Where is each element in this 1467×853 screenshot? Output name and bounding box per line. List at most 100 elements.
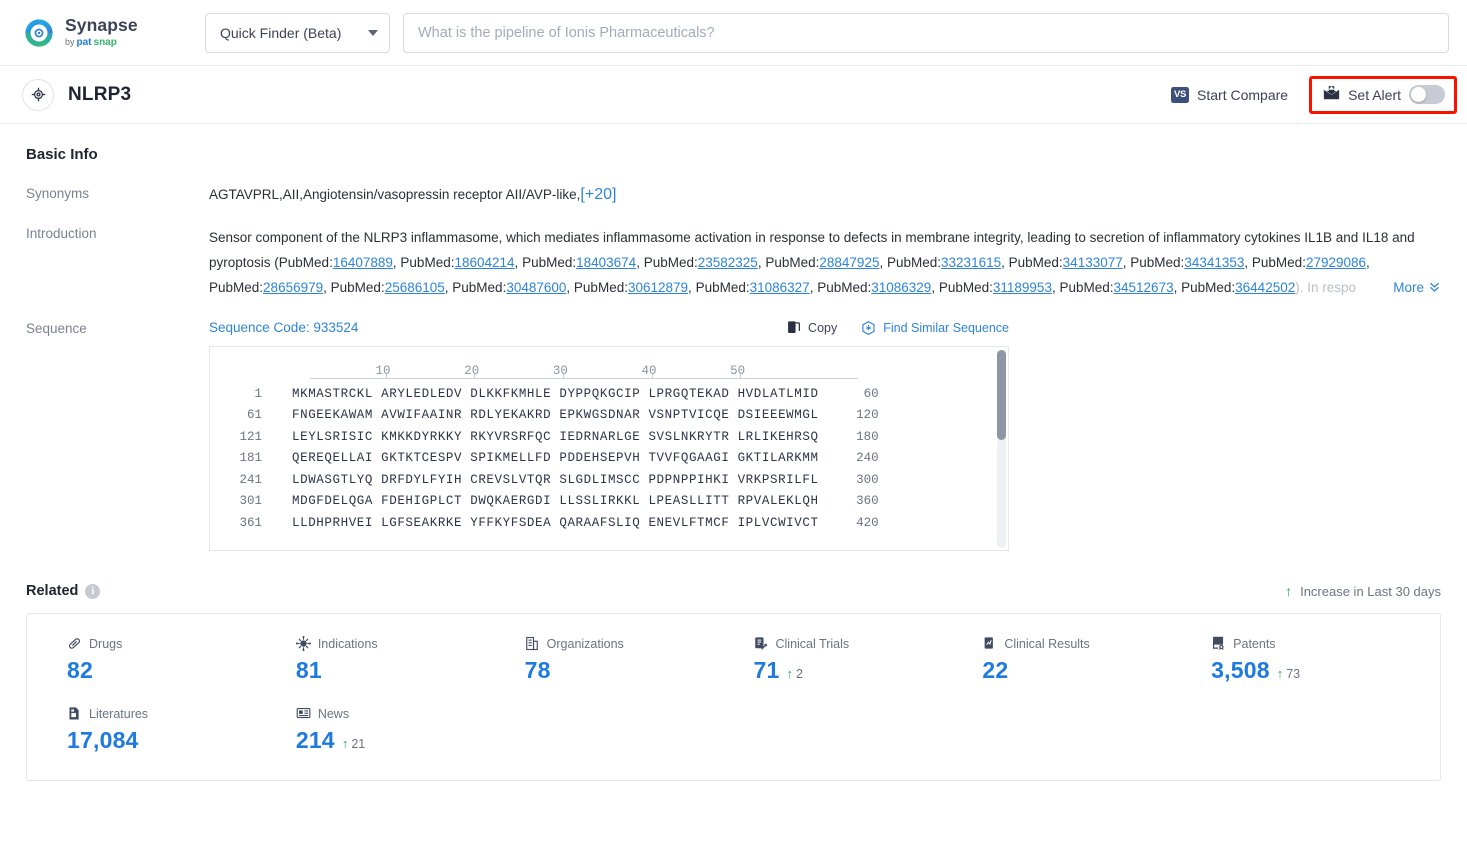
- stat-value[interactable]: 78: [525, 657, 551, 684]
- pubmed-separator: ,: [323, 280, 331, 296]
- increase-legend: ↑ Increase in Last 30 days: [1285, 584, 1441, 599]
- info-icon[interactable]: i: [85, 583, 101, 599]
- stat-delta-value: 73: [1286, 667, 1301, 682]
- pubmed-prefix: PubMed:: [278, 255, 333, 271]
- sequence-start-index: 1: [254, 386, 262, 401]
- pubmed-separator: ,: [1173, 280, 1182, 296]
- synonyms-more-link[interactable]: [+20]: [580, 186, 616, 203]
- pubmed-link[interactable]: 23582325: [698, 255, 758, 270]
- set-alert-toggle[interactable]: [1409, 85, 1445, 104]
- sequence-residues: LDWASGTLYQ DRFDYLFYIH CREVSLVTQR SLGDLIM…: [292, 472, 819, 487]
- pubmed-prefix: PubMed:: [1251, 255, 1306, 271]
- pubmed-link[interactable]: 28847925: [819, 255, 879, 270]
- pubmed-prefix: PubMed:: [209, 280, 264, 296]
- pubmed-link[interactable]: 30487600: [506, 280, 566, 295]
- increase-legend-label: Increase in Last 30 days: [1300, 583, 1441, 599]
- related-stat-drugs[interactable]: Drugs 82: [67, 636, 296, 684]
- sequence-start-index: 361: [239, 515, 262, 530]
- pubmed-prefix: PubMed:: [765, 255, 820, 271]
- related-stat-clinical-results[interactable]: Clinical Results 22: [982, 636, 1211, 684]
- page-title: NLRP3: [68, 83, 132, 105]
- sequence-scrollbar[interactable]: [997, 350, 1006, 549]
- stat-value[interactable]: 214: [296, 727, 335, 754]
- pill-icon: [67, 636, 82, 651]
- pubmed-link[interactable]: 31086327: [750, 280, 810, 295]
- ruler-tick-mark: [651, 374, 653, 379]
- related-stats-card: Drugs 82 Indications 81 Organizations 78 Clini…: [26, 613, 1441, 782]
- pubmed-separator: ,: [636, 255, 644, 271]
- sequence-end-index: 360: [856, 494, 879, 509]
- search-input[interactable]: [403, 12, 1449, 53]
- stat-label: Drugs: [89, 636, 123, 651]
- sequence-line: 361 LLDHPRHVEI LGFSEAKRKE YFFKYFSDEA QARA…: [210, 516, 1008, 530]
- scrollbar-thumb[interactable]: [997, 350, 1006, 441]
- pubmed-link[interactable]: 31086329: [871, 280, 931, 295]
- pubmed-link[interactable]: 36442502: [1235, 280, 1295, 295]
- pubmed-prefix: PubMed:: [817, 280, 872, 296]
- sequence-start-index: 61: [246, 408, 262, 423]
- sequence-start-index: 301: [239, 494, 262, 509]
- sequence-residues: QEREQELLAI GKTKTCESPV SPIKMELLFD PDDEHSE…: [292, 451, 819, 466]
- pubmed-reference-list: PubMed:16407889, PubMed:18604214, PubMed…: [209, 255, 1370, 295]
- stat-value[interactable]: 82: [67, 657, 93, 684]
- pubmed-link[interactable]: 31189953: [993, 280, 1052, 295]
- stat-value[interactable]: 22: [982, 657, 1008, 684]
- pubmed-link[interactable]: 34133077: [1063, 255, 1123, 270]
- pubmed-separator: ,: [1001, 255, 1009, 271]
- pubmed-prefix: PubMed:: [695, 280, 750, 296]
- sequence-residues: FNGEEKAWAM AVWIFAAINR RDLYEKAKRD EPKWGSD…: [292, 408, 819, 423]
- pubmed-link[interactable]: 18604214: [454, 255, 514, 270]
- synonyms-row: Synonyms AGTAVPRL,AII,Angiotensin/vasopr…: [26, 185, 1441, 205]
- stat-value[interactable]: 71: [753, 657, 779, 684]
- stat-label: Clinical Trials: [775, 636, 850, 651]
- copy-sequence-button[interactable]: Copy: [786, 320, 837, 335]
- related-stat-indications[interactable]: Indications 81: [295, 636, 525, 684]
- pubmed-link[interactable]: 30612879: [628, 280, 688, 295]
- clinical-result-icon: [982, 636, 997, 651]
- stat-label: News: [317, 706, 350, 721]
- sequence-panel[interactable]: 10 20 30 40 50 1 MKMASTRCKL ARYLEDLEDV DLKKFK…: [209, 346, 1009, 552]
- related-stat-literatures[interactable]: Literatures 17,084: [67, 706, 296, 754]
- sequence-start-index: 241: [239, 472, 262, 487]
- virus-icon: [295, 636, 311, 652]
- stat-label: Indications: [317, 636, 378, 651]
- literature-icon: [67, 706, 82, 721]
- sequence-ruler-numbers: 10 20 30 40 50: [310, 361, 858, 378]
- sequence-line: 241 LDWASGTLYQ DRFDYLFYIH CREVSLVTQR SLGD…: [210, 473, 1008, 487]
- stat-value[interactable]: 17,084: [67, 727, 139, 754]
- sequence-start-index: 181: [239, 451, 262, 466]
- quick-finder-dropdown[interactable]: Quick Finder (Beta): [205, 12, 390, 53]
- related-stat-clinical-trials[interactable]: Clinical Trials 71 ↑ 2: [753, 636, 982, 684]
- pubmed-link[interactable]: 27929086: [1306, 255, 1366, 270]
- find-similar-sequence-button[interactable]: Find Similar Sequence: [861, 320, 1009, 336]
- sequence-start-index: 121: [239, 429, 262, 444]
- stat-value[interactable]: 81: [296, 657, 322, 684]
- introduction-text: Sensor component of the NLRP3 inflammaso…: [209, 225, 1441, 301]
- pubmed-prefix: PubMed:: [452, 280, 507, 296]
- stat-value[interactable]: 3,508: [1211, 657, 1270, 684]
- pubmed-link[interactable]: 34341353: [1184, 255, 1244, 270]
- sequence-code[interactable]: Sequence Code: 933524: [209, 320, 358, 335]
- pubmed-link[interactable]: 33231615: [941, 255, 1001, 270]
- pubmed-link[interactable]: 18403674: [576, 255, 636, 270]
- related-stat-grid: Drugs 82 Indications 81 Organizations 78 Clini…: [27, 636, 1440, 754]
- related-stat-organizations[interactable]: Organizations 78: [525, 636, 754, 684]
- related-stat-news[interactable]: News 214 ↑ 21: [296, 706, 525, 754]
- pubmed-link[interactable]: 16407889: [333, 255, 393, 270]
- up-arrow-icon: ↑: [1285, 583, 1293, 600]
- sequence-end-index: 240: [856, 451, 879, 466]
- set-alert-highlight-box: Set Alert: [1309, 75, 1457, 114]
- stat-delta-value: 21: [351, 737, 366, 752]
- pubmed-link[interactable]: 28656979: [263, 280, 323, 295]
- stat-delta: ↑ 73: [1277, 667, 1300, 681]
- related-stat-patents[interactable]: Patents 3,508 ↑ 73: [1211, 636, 1440, 684]
- brand-logo[interactable]: Synapse by pat snap: [22, 16, 177, 50]
- pubmed-prefix: PubMed:: [522, 255, 577, 271]
- start-compare-button[interactable]: VS Start Compare: [1167, 81, 1292, 109]
- more-label: More: [1393, 280, 1424, 296]
- sequence-line: 1 MKMASTRCKL ARYLEDLEDV DLKKFKMHLE DYPPQK…: [210, 387, 1008, 401]
- pubmed-link[interactable]: 34512673: [1114, 280, 1174, 295]
- introduction-more-button[interactable]: More: [1367, 275, 1441, 301]
- quick-finder-label: Quick Finder (Beta): [220, 24, 342, 41]
- pubmed-link[interactable]: 25686105: [385, 280, 445, 295]
